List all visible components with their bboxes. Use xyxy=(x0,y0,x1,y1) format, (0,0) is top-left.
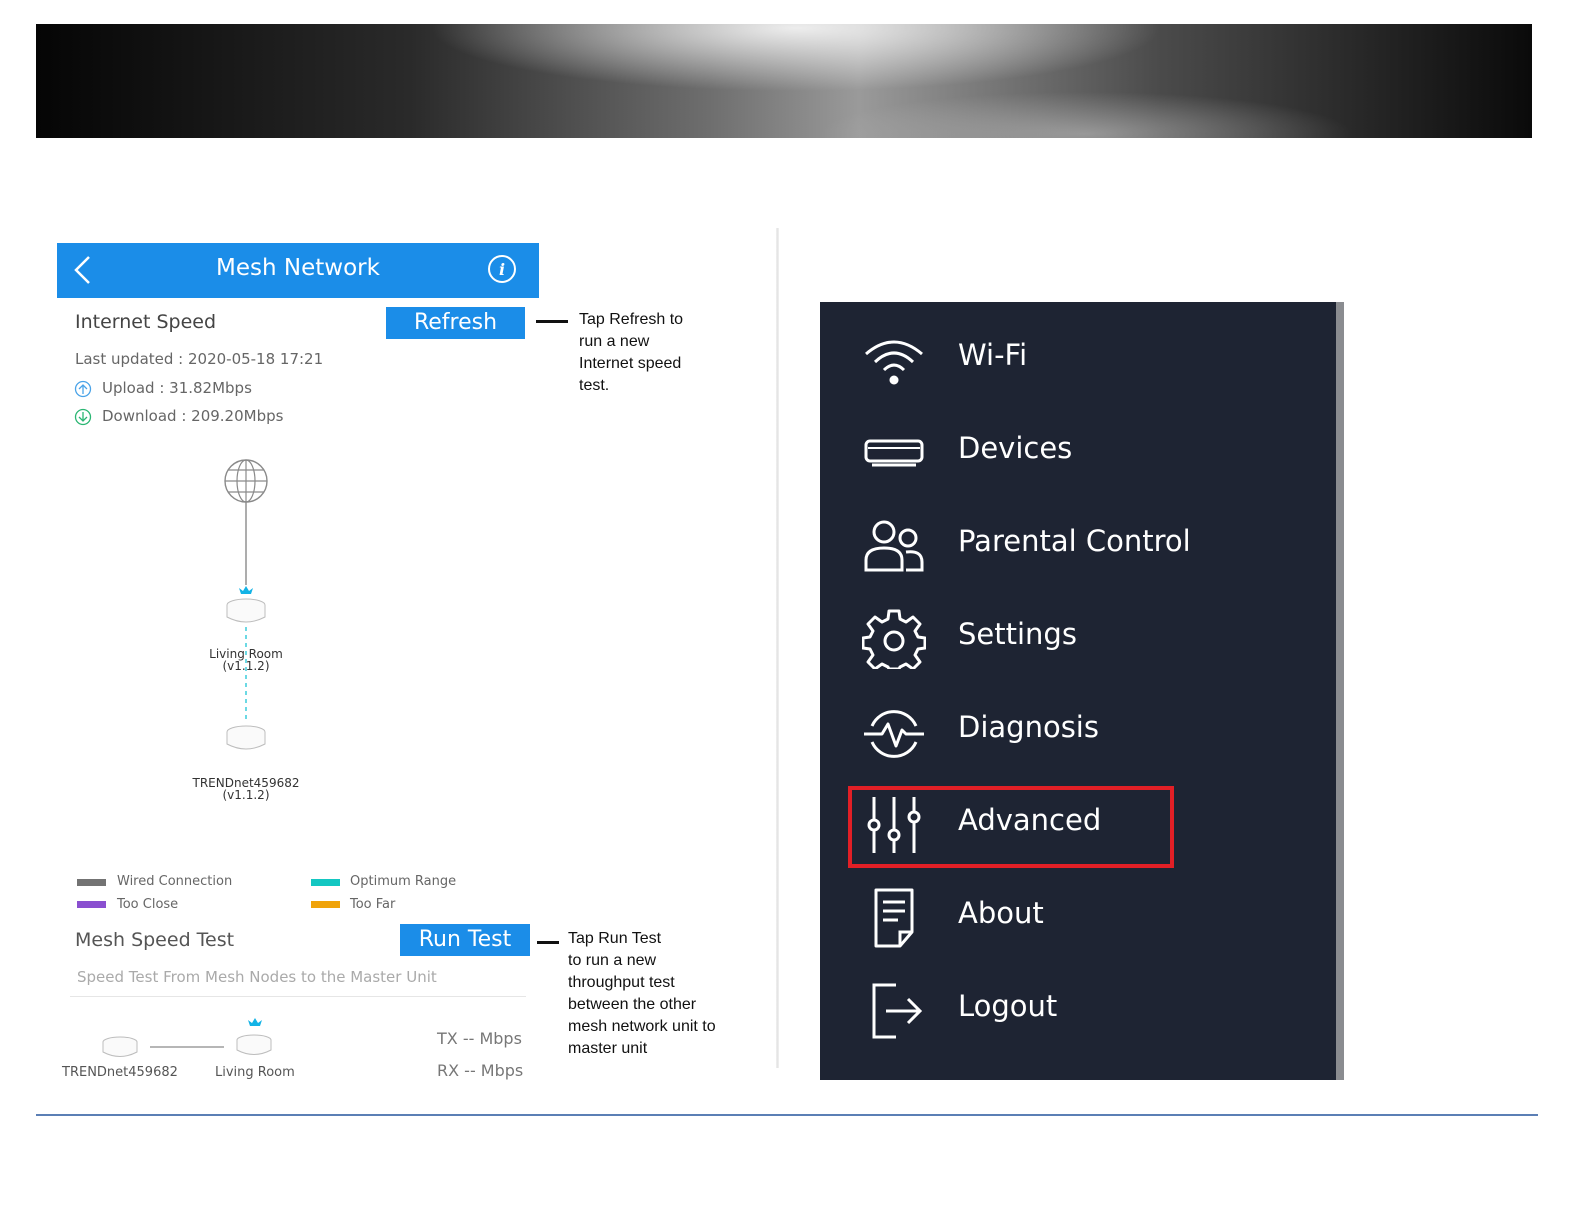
internet-speed-title: Internet Speed xyxy=(75,311,217,333)
living-room-node-label: Living Room (v1.1.2) xyxy=(209,647,283,673)
mesh-node-b-label: Living Room xyxy=(215,1065,295,1080)
run-test-note: Tap Run Test to run a new throughput tes… xyxy=(568,930,716,1057)
wifi-icon xyxy=(865,340,923,385)
master-crown-icon xyxy=(248,1018,262,1026)
document-icon xyxy=(874,888,914,948)
menu-item-wifi[interactable]: Wi-Fi xyxy=(820,312,1336,405)
run-test-callout-line xyxy=(537,941,559,944)
side-menu: Wi-Fi Devices Parental Control Settings xyxy=(820,302,1340,1080)
trendnet-node-label: TRENDnet459682 (v1.1.2) xyxy=(192,776,300,802)
svg-text:i: i xyxy=(499,260,505,279)
footer-rule xyxy=(36,1114,1538,1116)
upload-arrow-icon xyxy=(74,380,92,398)
menu-item-settings[interactable]: Settings xyxy=(820,591,1336,684)
menu-item-label: Settings xyxy=(958,617,1077,651)
menu-item-devices[interactable]: Devices xyxy=(820,405,1336,498)
master-crown-icon xyxy=(239,586,253,594)
menu-item-label: Wi-Fi xyxy=(958,338,1028,372)
users-icon xyxy=(864,520,924,572)
run-test-button[interactable]: Run Test xyxy=(400,924,530,956)
mesh-node-icon xyxy=(226,598,266,623)
menu-scroll-edge xyxy=(1336,302,1344,1080)
mesh-speed-subtitle: Speed Test From Mesh Nodes to the Master… xyxy=(77,968,437,986)
legend-swatch-too-far xyxy=(311,901,340,908)
info-icon[interactable]: i xyxy=(487,254,517,284)
legend-too-close-label: Too Close xyxy=(117,897,179,912)
menu-item-diagnosis[interactable]: Diagnosis xyxy=(820,684,1336,777)
legend-too-far-label: Too Far xyxy=(350,897,396,912)
menu-item-label: Parental Control xyxy=(958,524,1191,558)
refresh-button[interactable]: Refresh xyxy=(386,307,525,339)
section-divider xyxy=(70,996,526,997)
mesh-topology-diagram xyxy=(224,459,268,750)
refresh-note: Tap Refresh to run a new Internet speed … xyxy=(579,311,684,394)
menu-item-parental-control[interactable]: Parental Control xyxy=(820,498,1336,591)
legend-swatch-too-close xyxy=(77,901,106,908)
rx-rate-text: RX -- Mbps xyxy=(437,1061,524,1080)
gear-icon xyxy=(862,609,926,669)
app-bar: Mesh Network i xyxy=(57,243,539,298)
menu-item-label: Devices xyxy=(958,431,1073,465)
menu-item-about[interactable]: About xyxy=(820,870,1336,963)
logout-icon xyxy=(872,983,923,1039)
last-updated-text: Last updated : 2020-05-18 17:21 xyxy=(75,350,324,368)
refresh-callout-line xyxy=(536,320,568,323)
download-arrow-icon xyxy=(74,408,92,426)
legend-optimum-label: Optimum Range xyxy=(350,874,457,889)
mesh-speed-title: Mesh Speed Test xyxy=(75,929,235,951)
menu-item-label: About xyxy=(958,896,1044,930)
tx-rate-text: TX -- Mbps xyxy=(437,1029,522,1048)
menu-item-logout[interactable]: Logout xyxy=(820,963,1336,1056)
globe-icon xyxy=(224,459,268,503)
legend-wired-label: Wired Connection xyxy=(117,874,233,889)
mesh-node-a-label: TRENDnet459682 xyxy=(62,1065,178,1080)
advanced-highlight-box xyxy=(848,786,1174,868)
menu-item-label: Diagnosis xyxy=(958,710,1099,744)
pulse-icon xyxy=(864,710,924,758)
menu-item-label: Logout xyxy=(958,989,1058,1023)
panel-divider xyxy=(776,228,779,1068)
mesh-node-icon xyxy=(236,1034,272,1055)
app-title: Mesh Network xyxy=(216,255,380,281)
legend-swatch-optimum xyxy=(311,879,340,886)
upload-speed-text: Upload : 31.82Mbps xyxy=(102,379,252,397)
header-banner xyxy=(36,24,1532,138)
legend-swatch-wired xyxy=(77,879,106,886)
mesh-speed-pair-diagram xyxy=(102,1018,272,1057)
router-icon xyxy=(864,439,924,467)
mesh-node-icon xyxy=(226,725,266,750)
mesh-node-icon xyxy=(102,1036,138,1057)
download-speed-text: Download : 209.20Mbps xyxy=(102,407,284,425)
